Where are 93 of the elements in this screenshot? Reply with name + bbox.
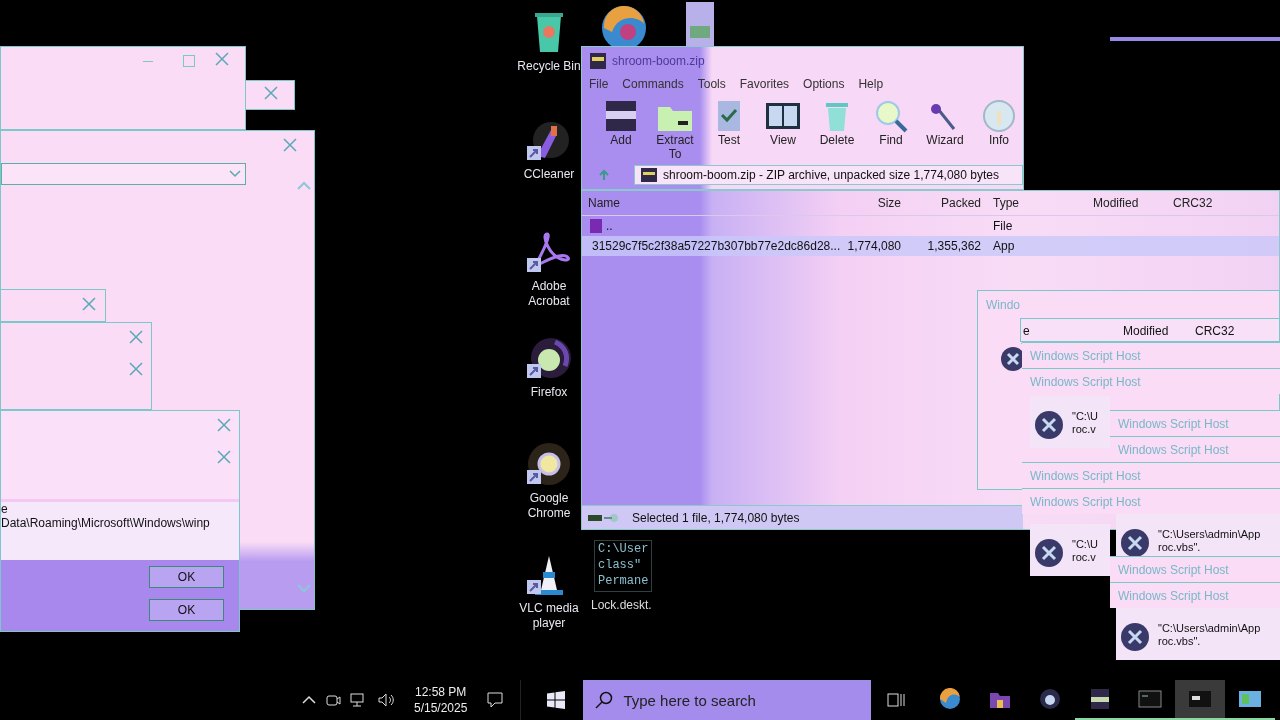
clock[interactable]: 12:58 PM 5/15/2025 <box>404 684 478 716</box>
file-type: App <box>993 239 1015 253</box>
icon-label: Google Chrome <box>526 491 572 521</box>
toolbar-button[interactable]: Info <box>972 99 1026 161</box>
app-shortcut-icon[interactable] <box>525 440 573 488</box>
icon-label: Lock.deskt. <box>591 598 652 612</box>
window-icon <box>1238 688 1263 710</box>
info-icon <box>980 99 1018 133</box>
title-bar: Windows Script Host <box>1022 342 1280 368</box>
error-message: roc.vbs". <box>1158 541 1202 554</box>
console-icon <box>1188 688 1213 710</box>
search-input[interactable]: Type here to search <box>621 690 856 710</box>
file-row[interactable]: .. File <box>582 216 1279 236</box>
error-icon <box>1120 622 1150 652</box>
toolbar-button[interactable]: Test <box>702 99 756 161</box>
search-icon <box>595 691 614 709</box>
browser-icon <box>1038 688 1063 710</box>
image-file-icon[interactable] <box>684 2 716 46</box>
archive-icon <box>641 168 657 182</box>
packed-size: 1,355,362 <box>927 239 981 253</box>
folder-icon <box>590 219 604 233</box>
column-header[interactable]: CRC32 <box>1167 196 1237 210</box>
menu-item[interactable]: Help <box>858 77 884 91</box>
file-name: 31529c7f5c2f38a57227b307bb77e2dc86d28... <box>592 239 841 253</box>
column-header[interactable]: Name <box>582 196 837 210</box>
menu-item[interactable]: Options <box>803 77 845 91</box>
title-bar: Windows Script Host <box>1022 488 1280 514</box>
icon-label: VLC media player <box>518 601 580 631</box>
column-header[interactable]: Packed <box>907 196 987 210</box>
title-bar: Windows Script Host <box>1110 556 1280 582</box>
menu-item[interactable]: Favorites <box>739 77 790 91</box>
path-field[interactable]: shroom-boom.zip - ZIP archive, unpacked size 1,774,080 bytes <box>634 165 1023 185</box>
error-message: roc.v <box>1072 423 1097 436</box>
title-bar: Windows Script Host <box>1110 436 1280 462</box>
archive-icon <box>590 53 606 69</box>
notification-icon[interactable] <box>486 691 505 709</box>
toolbar-button[interactable]: Add <box>594 99 648 161</box>
search-box[interactable]: Type here to search <box>583 680 872 720</box>
dialog-message: Data\Roaming\Microsoft\Windows\winp <box>1 516 211 530</box>
toolbar-button[interactable]: Extract To <box>648 99 702 161</box>
start-icon[interactable] <box>547 691 566 709</box>
title-bar: Windows Script Host <box>1022 462 1280 488</box>
file-type: File <box>993 219 1013 233</box>
file-size: 1,774,080 <box>847 239 901 253</box>
column-header[interactable]: e <box>1021 324 1123 338</box>
console-line: Permane <box>597 573 650 589</box>
menu-item[interactable]: Tools <box>697 77 726 91</box>
terminal-icon <box>1138 688 1163 710</box>
error-message: "C:\Users\admin\App <box>1158 622 1262 635</box>
error-icon <box>1120 528 1150 558</box>
file-name: .. <box>606 219 613 233</box>
toolbar-button[interactable]: Wizard <box>918 99 972 161</box>
status-text: Selected 1 file, 1,774,080 bytes <box>632 510 800 525</box>
chevron-up-icon[interactable] <box>302 695 316 705</box>
camera-icon[interactable] <box>325 692 341 708</box>
error-icon <box>1034 410 1064 440</box>
column-header[interactable]: Modified <box>1123 324 1195 338</box>
window-title: shroom-boom.zip <box>612 54 705 68</box>
column-header[interactable]: CRC32 <box>1195 324 1235 338</box>
column-header[interactable]: Modified <box>1087 196 1167 210</box>
toolbar-button[interactable]: View <box>756 99 810 161</box>
column-header[interactable]: Type <box>987 196 1087 210</box>
icon-label: Recycle Bin <box>517 59 581 74</box>
browser-icon <box>938 688 963 710</box>
error-message: "C:\U <box>1072 538 1099 551</box>
task-view-icon[interactable] <box>887 692 906 708</box>
title-bar: Windows Script Host <box>1022 368 1280 394</box>
menu-item[interactable]: Commands <box>622 77 684 91</box>
taskbar-button[interactable] <box>1175 680 1226 720</box>
error-icon <box>1034 538 1064 568</box>
error-message: "C:\U <box>1072 410 1099 423</box>
ok-button[interactable]: OK <box>149 599 224 621</box>
menu-item[interactable]: File <box>589 77 609 91</box>
dropdown-field[interactable] <box>1 163 246 185</box>
error-message: roc.vbs". <box>1158 635 1202 648</box>
caret-icon <box>229 170 241 178</box>
window-title: Windo <box>986 298 1020 312</box>
title-bar: Windows Script Host <box>1110 410 1280 436</box>
file-row[interactable]: 31529c7f5c2f38a57227b307bb77e2dc86d28... 1,774,080 1,355,362 App <box>582 236 1279 256</box>
error-message: "C:\Users\admin\App <box>1158 528 1262 541</box>
volume-icon[interactable] <box>377 692 395 708</box>
console-line: class" <box>597 557 643 573</box>
column-header[interactable]: Size <box>837 196 907 210</box>
error-message: roc.v <box>1072 551 1097 564</box>
icon-label: Firefox <box>530 385 568 400</box>
title-bar: Windows Script Host <box>1110 582 1280 608</box>
icon-label: CCleaner <box>523 167 575 182</box>
ok-button[interactable]: OK <box>149 566 224 588</box>
toolbar-button[interactable]: Find <box>864 99 918 161</box>
console-line: C:\User <box>597 541 650 557</box>
dialog-message: e <box>1 502 9 516</box>
icon-label: Adobe Acrobat <box>527 279 571 309</box>
toolbar-button[interactable]: Delete <box>810 99 864 161</box>
